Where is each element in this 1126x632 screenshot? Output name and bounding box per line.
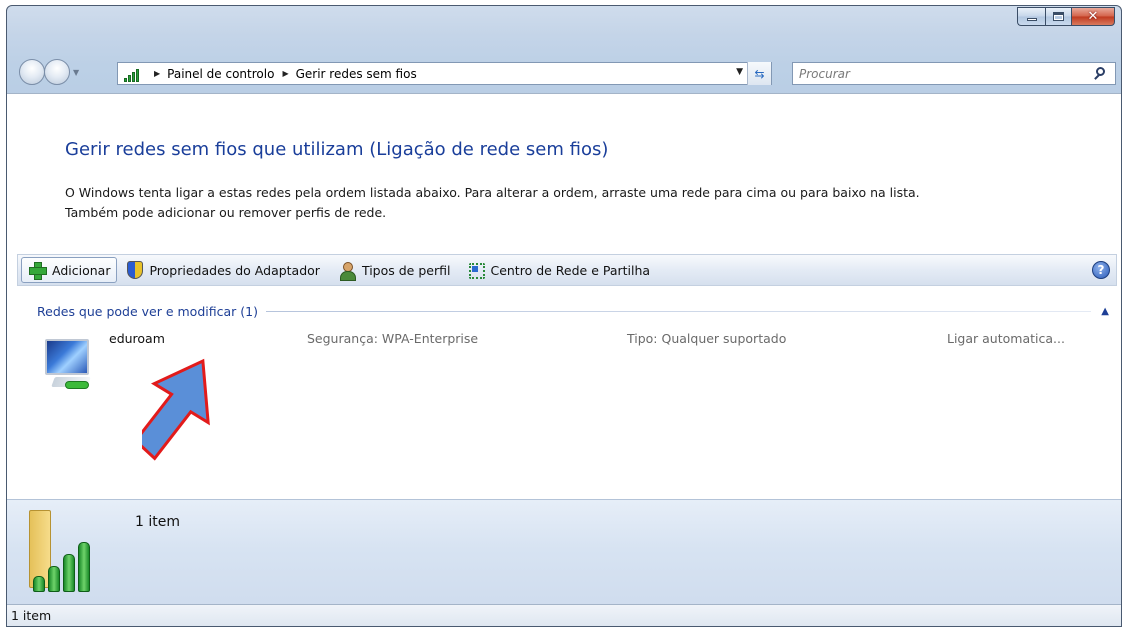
forward-button[interactable] [44,59,70,85]
network-group-header[interactable]: Redes que pode ver e modificar (1) ▲ [37,302,1109,320]
group-divider [265,310,1092,312]
search-input[interactable]: Procurar [793,67,1091,81]
navigation-bar: ▼ ▶ Painel de controlo ▶ Gerir redes sem… [7,57,1121,87]
minimize-icon [1026,18,1037,21]
search-box[interactable]: Procurar [792,62,1116,85]
status-bar: 1 item [7,604,1121,626]
window: ✕ ▼ ▶ Painel de controlo ▶ Gerir redes s… [6,5,1122,627]
annotation-arrow-icon [142,358,210,461]
wireless-network-icon [39,335,101,395]
add-icon [28,261,47,280]
back-button[interactable] [19,59,45,85]
network-type: Tipo: Qualquer suportado [627,331,787,346]
search-icon[interactable] [1091,64,1111,84]
caption-buttons: ✕ [1017,7,1115,26]
add-button[interactable]: Adicionar [21,257,118,283]
network-signal-icon [124,66,146,82]
maximize-icon [1053,12,1064,21]
command-bar: Adicionar Propriedades do Adaptador Tipo… [17,254,1117,286]
recent-pages-chevron-icon[interactable]: ▼ [73,68,79,77]
close-icon: ✕ [1087,9,1099,24]
close-button[interactable]: ✕ [1071,7,1115,26]
breadcrumb-separator-icon[interactable]: ▶ [154,69,160,78]
content-pane: Gerir redes sem fios que utilizam (Ligaç… [7,93,1121,609]
description-line-2: Também pode adicionar ou remover perfis … [65,205,387,220]
profile-types-label: Tipos de perfil [361,262,451,278]
refresh-button[interactable]: ⇆ [747,62,771,85]
breadcrumb-separator-icon[interactable]: ▶ [282,69,288,78]
profile-types-button[interactable]: Tipos de perfil [332,257,457,283]
page-description: O Windows tenta ligar a estas redes pela… [65,183,1105,223]
maximize-button[interactable] [1045,7,1071,26]
collapse-chevron-icon[interactable]: ▲ [1101,306,1109,317]
minimize-button[interactable] [1017,7,1045,26]
add-button-label: Adicionar [52,262,111,278]
shield-icon [127,261,144,279]
network-security: Segurança: WPA-Enterprise [307,331,479,346]
user-profile-icon [338,261,356,281]
address-bar[interactable]: ▶ Painel de controlo ▶ Gerir redes sem f… [117,62,772,85]
adapter-properties-button[interactable]: Propriedades do Adaptador [121,257,325,283]
help-icon[interactable]: ? [1092,261,1110,279]
address-dropdown-icon[interactable]: ▼ [736,67,743,77]
network-center-icon [466,261,486,279]
adapter-properties-label: Propriedades do Adaptador [149,262,320,278]
description-line-1: O Windows tenta ligar a estas redes pela… [65,185,920,200]
wireless-folder-icon [27,508,111,594]
details-item-count: 1 item [135,514,180,530]
status-item-count: 1 item [11,608,52,623]
breadcrumb-manage-wireless[interactable]: Gerir redes sem fios [296,67,417,81]
breadcrumb-control-panel[interactable]: Painel de controlo [167,67,274,81]
network-sharing-center-button[interactable]: Centro de Rede e Partilha [460,257,656,283]
details-pane: 1 item [7,499,1121,609]
network-connection-mode: Ligar automatica... [947,331,1065,346]
network-sharing-center-label: Centro de Rede e Partilha [490,262,651,278]
page-title: Gerir redes sem fios que utilizam (Ligaç… [65,139,609,160]
network-name: eduroam [109,331,165,346]
group-label: Redes que pode ver e modificar (1) [37,303,258,319]
refresh-icon: ⇆ [754,66,765,81]
